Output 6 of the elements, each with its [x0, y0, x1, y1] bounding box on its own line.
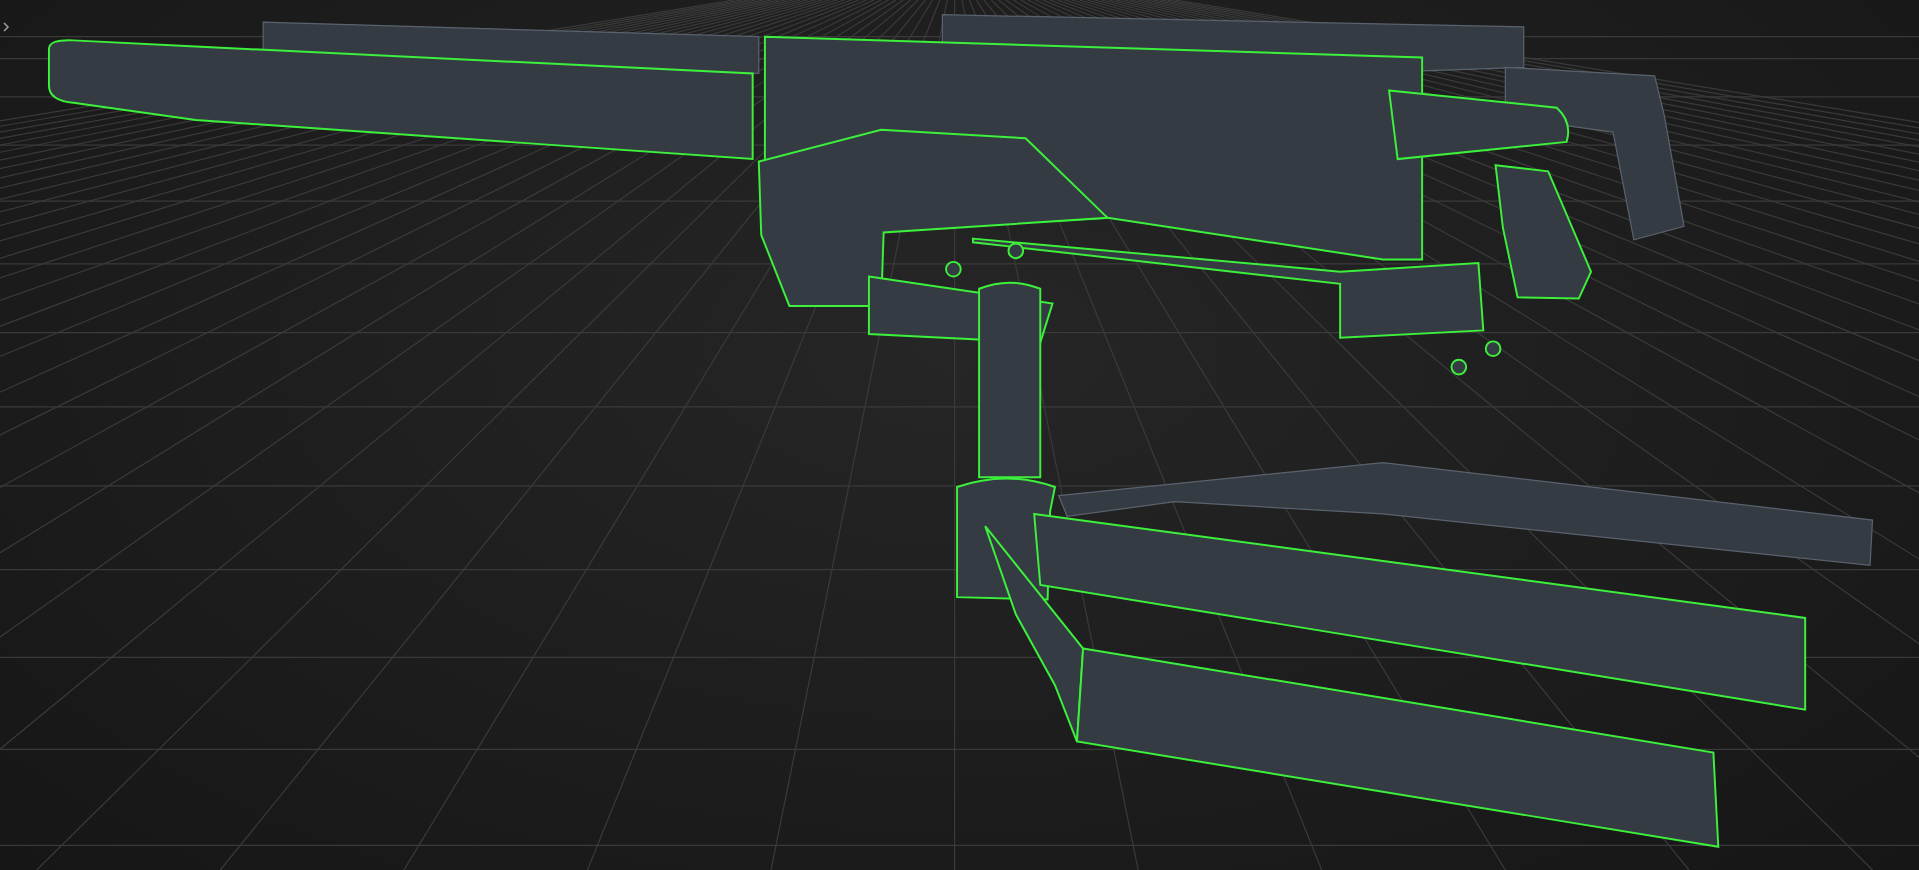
expand-chevron-icon[interactable] [2, 22, 10, 32]
rear-grip-mesh[interactable] [1388, 89, 1570, 161]
pistol-grip-mesh[interactable] [1494, 164, 1593, 300]
brace-mesh[interactable] [984, 525, 1085, 743]
post-mesh[interactable] [978, 281, 1042, 479]
tripod-leg-mesh[interactable] [1075, 647, 1720, 848]
